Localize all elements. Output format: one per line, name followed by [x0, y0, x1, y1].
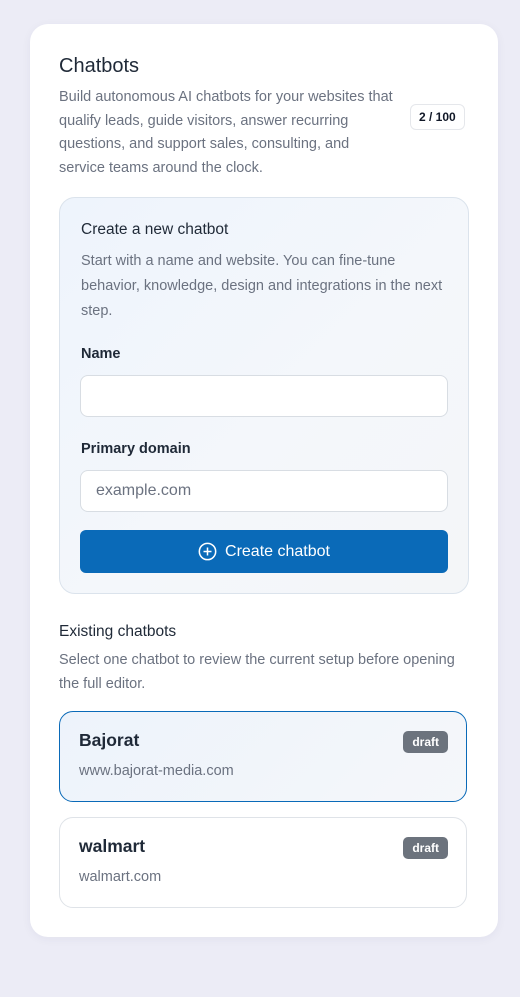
chatbot-name: Bajorat — [79, 730, 140, 750]
usage-count-badge: 2 / 100 — [410, 104, 465, 130]
domain-field-label: Primary domain — [81, 441, 191, 457]
chatbots-card: Chatbots Build autonomous AI chatbots fo… — [30, 24, 498, 937]
create-chatbot-panel: Create a new chatbot Start with a name a… — [59, 197, 469, 594]
domain-input[interactable] — [80, 470, 448, 512]
plus-circle-icon — [198, 542, 217, 561]
chatbot-name: walmart — [79, 836, 146, 856]
create-chatbot-button[interactable]: Create chatbot — [80, 530, 448, 573]
create-chatbot-button-label: Create chatbot — [225, 542, 330, 560]
existing-chatbots-title: Existing chatbots — [59, 623, 177, 640]
page-title: Chatbots — [59, 55, 140, 77]
chatbot-domain: www.bajorat-media.com — [79, 763, 234, 779]
create-chatbot-description: Start with a name and website. You can f… — [81, 253, 443, 319]
chatbot-item-walmart[interactable]: walmart draft walmart.com — [59, 817, 467, 908]
name-field-label: Name — [81, 346, 121, 362]
name-input[interactable] — [80, 375, 448, 417]
status-badge: draft — [403, 731, 448, 753]
existing-chatbots-description: Select one chatbot to review the current… — [59, 652, 455, 692]
page-description: Build autonomous AI chatbots for your we… — [59, 89, 393, 176]
chatbot-domain: walmart.com — [79, 869, 162, 885]
create-chatbot-title: Create a new chatbot — [81, 221, 229, 238]
chatbot-item-bajorat[interactable]: Bajorat draft www.bajorat-media.com — [59, 711, 467, 802]
status-badge: draft — [403, 837, 448, 859]
